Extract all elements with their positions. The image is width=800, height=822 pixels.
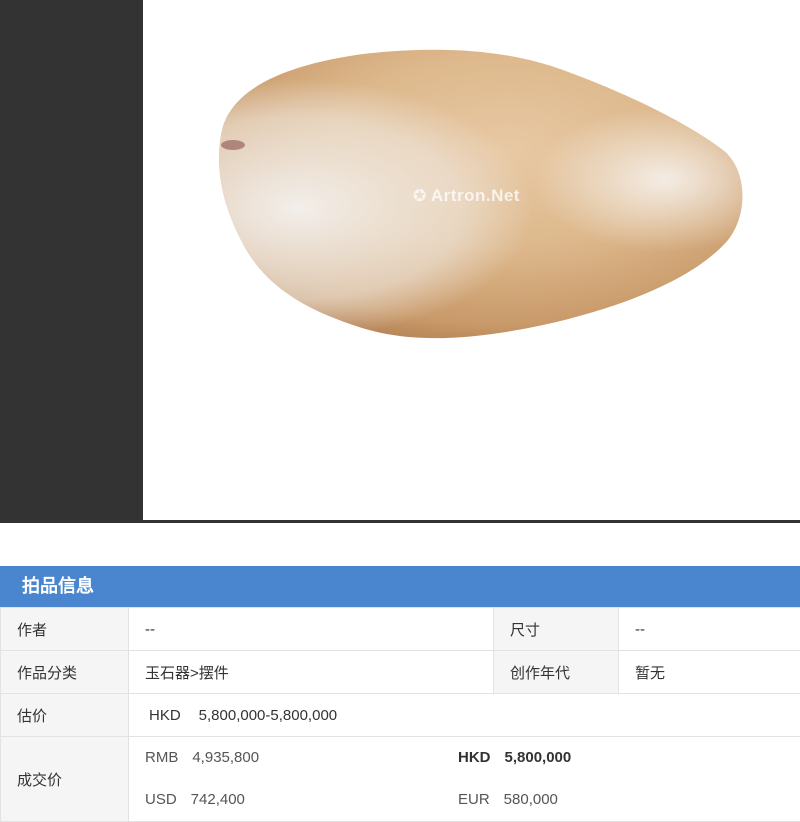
author-value: --	[129, 608, 494, 651]
deal-price-eur: EUR580,000	[458, 791, 558, 808]
year-label: 创作年代	[494, 651, 619, 694]
deal-label: 成交价	[1, 737, 129, 822]
lot-info-table: 作者 -- 尺寸 -- 作品分类 玉石器>摆件 创作年代 暂无 估价 HKD5,…	[0, 607, 800, 822]
deal-price-usd: USD742,400	[145, 791, 245, 808]
estimate-currency: HKD	[149, 707, 181, 724]
deal-prices: RMB4,935,800 HKD5,800,000 USD742,400 EUR…	[129, 737, 800, 822]
deal-price-hkd: HKD5,800,000	[458, 749, 571, 766]
table-row: 作者 -- 尺寸 --	[1, 608, 800, 651]
lot-info-panel: 拍品信息 作者 -- 尺寸 -- 作品分类 玉石器>摆件 创作年代 暂无 估价 …	[0, 566, 800, 822]
lot-info-title: 拍品信息	[0, 566, 800, 607]
table-row: 成交价 RMB4,935,800 HKD5,800,000 USD742,400…	[1, 737, 800, 822]
estimate-value: HKD 5,800,000-5,800,000	[129, 694, 800, 737]
author-label: 作者	[1, 608, 129, 651]
estimate-label: 估价	[1, 694, 129, 737]
table-row: 估价 HKD 5,800,000-5,800,000	[1, 694, 800, 737]
year-value: 暂无	[619, 651, 800, 694]
size-label: 尺寸	[494, 608, 619, 651]
table-row: 作品分类 玉石器>摆件 创作年代 暂无	[1, 651, 800, 694]
image-area: ✪Artron.Net	[143, 0, 800, 522]
artron-logo-icon: ✪	[413, 188, 427, 205]
size-value: --	[619, 608, 800, 651]
viewer-side-panel	[0, 0, 143, 522]
deal-price-rmb: RMB4,935,800	[145, 749, 259, 766]
viewer-divider	[0, 520, 800, 523]
image-viewer: ✪Artron.Net	[0, 0, 800, 524]
estimate-amount: 5,800,000-5,800,000	[199, 707, 337, 724]
category-label: 作品分类	[1, 651, 129, 694]
watermark: ✪Artron.Net	[413, 186, 520, 206]
category-value: 玉石器>摆件	[129, 651, 494, 694]
